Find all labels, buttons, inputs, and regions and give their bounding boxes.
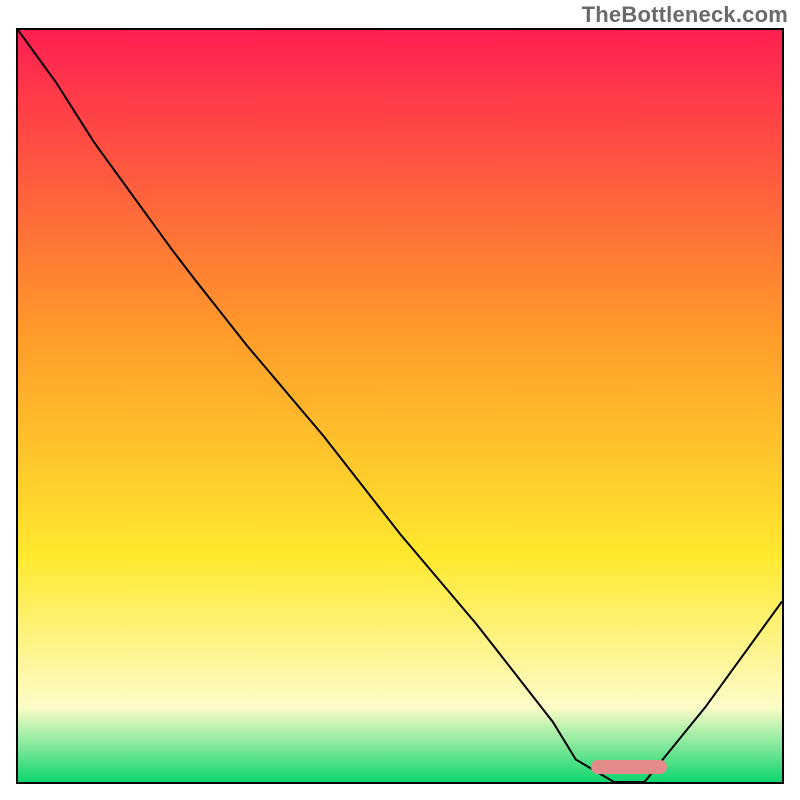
bottleneck-curve [18,30,782,782]
optimal-range-marker [591,760,667,774]
watermark-text: TheBottleneck.com [582,2,788,28]
chart-area [16,28,784,784]
